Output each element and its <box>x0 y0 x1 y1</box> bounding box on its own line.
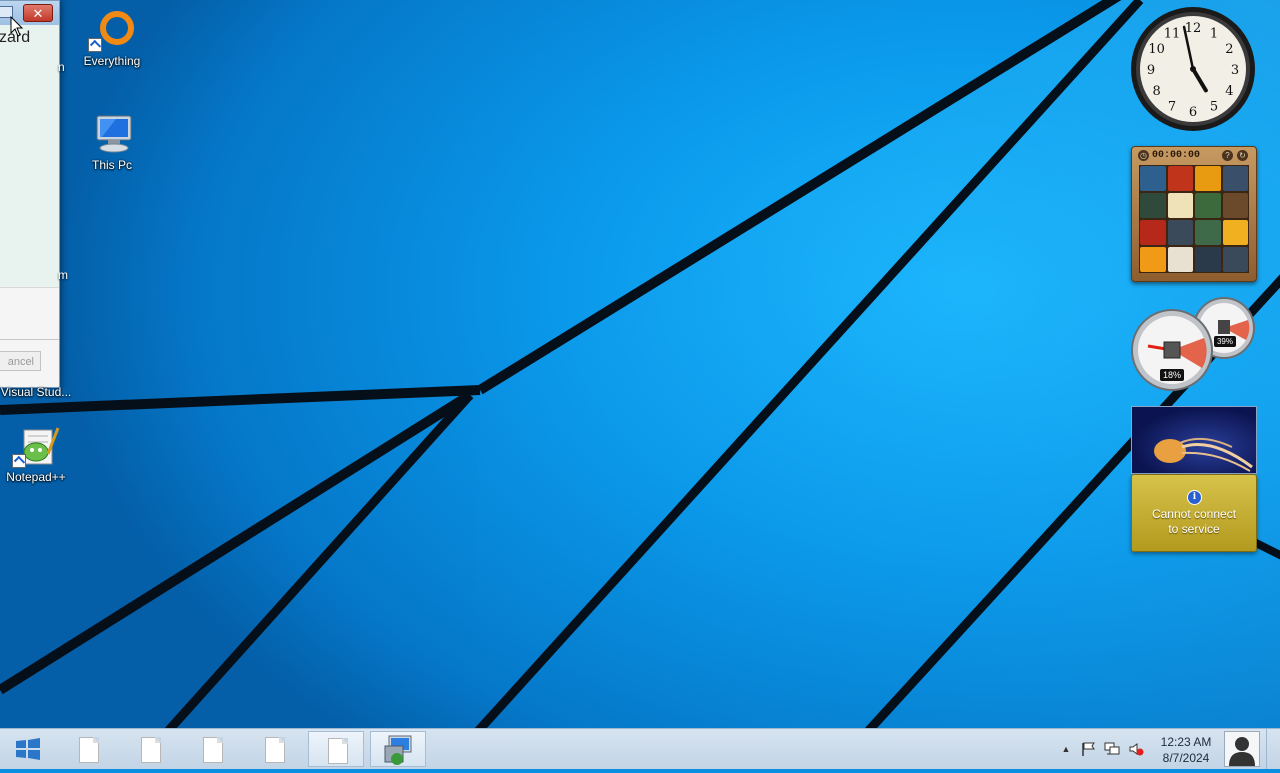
setup-wizard-window[interactable]: ✕ zard ancel <box>0 0 60 388</box>
user-avatar-icon <box>1229 737 1255 766</box>
clock-numeral: 5 <box>1210 99 1218 114</box>
divider <box>0 339 59 340</box>
clock-numeral: 1 <box>1210 27 1218 42</box>
show-hidden-icons-chevron-icon[interactable]: ▲ <box>1058 742 1074 756</box>
document-icon <box>141 737 161 763</box>
puzzle-tile[interactable] <box>1195 220 1221 245</box>
puzzle-tile[interactable] <box>1195 193 1221 218</box>
picture-puzzle-gadget[interactable]: ◷ 00:00:00 ? ↻ <box>1131 146 1257 282</box>
puzzle-timer: 00:00:00 <box>1152 150 1201 161</box>
document-icon <box>203 737 223 763</box>
puzzle-tile[interactable] <box>1222 247 1248 272</box>
taskbar: ▲ 12:23 AM 8/7/2024 <box>0 728 1280 769</box>
network-icon[interactable] <box>1104 742 1120 756</box>
puzzle-grid[interactable] <box>1139 165 1249 273</box>
weather-error-message: Cannot connect to service <box>1151 507 1237 536</box>
close-button[interactable]: ✕ <box>23 4 53 22</box>
taskbar-item-installer[interactable] <box>370 731 426 767</box>
notepad-plus-plus-icon <box>12 424 60 468</box>
puzzle-tile[interactable] <box>1167 220 1193 245</box>
wizard-titlebar[interactable]: ✕ <box>0 1 59 25</box>
jellyfish-photo <box>1154 437 1253 472</box>
document-icon <box>79 737 99 763</box>
desktop-icon-label: Everything <box>83 54 141 68</box>
puzzle-tile[interactable] <box>1167 166 1193 191</box>
desktop-icon-label: Notepad++ <box>6 470 66 484</box>
puzzle-tile[interactable] <box>1140 247 1166 272</box>
clock-numeral: 2 <box>1225 42 1233 57</box>
cpu-percent-label: 18% <box>1163 370 1181 380</box>
taskbar-item-document[interactable] <box>246 731 302 767</box>
weather-gadget[interactable]: i Cannot connect to service <box>1131 474 1257 552</box>
clock-numeral: 11 <box>1164 27 1181 42</box>
desktop[interactable]: ✕ zard ancel n m Everything This Pc Visu… <box>0 0 1280 728</box>
info-icon: i <box>1187 490 1202 505</box>
shortcut-arrow-icon <box>88 38 102 52</box>
installer-icon <box>384 735 412 765</box>
volume-muted-icon[interactable] <box>1128 742 1144 756</box>
clock-numeral: 3 <box>1231 63 1239 78</box>
clock-numeral: 10 <box>1148 42 1165 57</box>
desktop-icon-notepad-plus-plus[interactable]: Notepad++ <box>0 424 76 484</box>
clock-time: 12:23 AM <box>1160 735 1212 749</box>
user-account-button[interactable] <box>1224 731 1260 767</box>
computer-icon <box>88 112 136 156</box>
hidden-icon-label: m <box>58 268 68 282</box>
clock-gadget[interactable]: 12 12 3 45678 9 1011 <box>1130 6 1256 132</box>
document-icon <box>265 737 285 763</box>
taskbar-item-document-active[interactable] <box>308 731 364 767</box>
puzzle-shuffle-icon[interactable]: ↻ <box>1237 150 1248 161</box>
action-center-flag-icon[interactable] <box>1080 742 1096 756</box>
puzzle-tile[interactable] <box>1140 193 1166 218</box>
desktop-icon-everything[interactable]: Everything <box>72 8 152 68</box>
puzzle-tile[interactable] <box>1222 166 1248 191</box>
desktop-icon-this-pc[interactable]: This Pc <box>72 112 152 172</box>
taskbar-item-document[interactable] <box>184 731 240 767</box>
puzzle-tile[interactable] <box>1140 220 1166 245</box>
puzzle-tile[interactable] <box>1167 193 1193 218</box>
clock-numeral: 8 <box>1152 84 1160 99</box>
puzzle-pause-icon[interactable]: ◷ <box>1138 150 1149 161</box>
wizard-footer <box>0 287 59 387</box>
puzzle-tile[interactable] <box>1167 247 1193 272</box>
desktop-icon-label: Visual Stud... <box>0 385 72 399</box>
clock-numeral: 12 <box>1185 21 1202 36</box>
puzzle-tile[interactable] <box>1195 247 1221 272</box>
taskbar-item-document[interactable] <box>60 731 116 767</box>
slideshow-gadget[interactable] <box>1131 406 1257 474</box>
taskbar-item-document[interactable] <box>122 731 178 767</box>
clock-numeral: 9 <box>1147 63 1155 78</box>
puzzle-tile[interactable] <box>1140 166 1166 191</box>
taskbar-clock[interactable]: 12:23 AM 8/7/2024 <box>1150 734 1222 766</box>
cancel-button[interactable]: ancel <box>0 351 41 371</box>
puzzle-tile[interactable] <box>1222 193 1248 218</box>
clock-numeral: 4 <box>1225 84 1233 99</box>
start-button[interactable] <box>8 735 48 763</box>
desktop-icon-label: This Pc <box>91 158 132 172</box>
mouse-cursor-icon <box>10 16 24 37</box>
puzzle-tile[interactable] <box>1222 220 1248 245</box>
windows-logo-icon <box>16 738 40 760</box>
puzzle-tile[interactable] <box>1195 166 1221 191</box>
shortcut-arrow-icon <box>12 454 26 468</box>
desktop-icon-visual-studio[interactable]: Visual Stud... <box>0 385 76 399</box>
clock-numeral: 7 <box>1168 99 1176 114</box>
memory-percent-label: 39% <box>1217 337 1233 346</box>
wallpaper <box>0 0 1280 728</box>
puzzle-help-icon[interactable]: ? <box>1222 150 1233 161</box>
wizard-banner <box>0 25 59 287</box>
clock-date: 8/7/2024 <box>1162 751 1210 765</box>
hidden-icon-label: n <box>58 60 65 74</box>
show-desktop-button[interactable] <box>1266 729 1280 769</box>
cpu-meter-gadget[interactable]: 18% 39% <box>1128 296 1258 392</box>
clock-numeral: 6 <box>1189 105 1197 120</box>
everything-icon <box>88 8 136 52</box>
document-icon <box>328 738 348 764</box>
